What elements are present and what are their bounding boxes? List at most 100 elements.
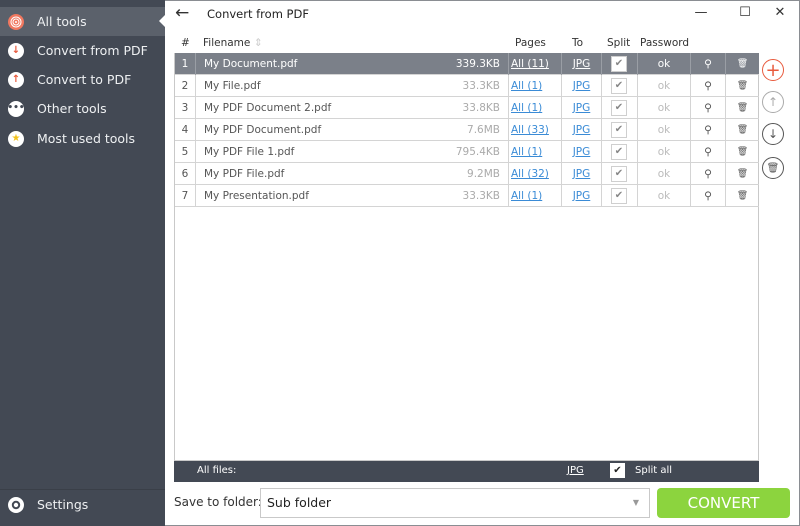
- add-file-button[interactable]: +: [762, 59, 784, 81]
- row-number: 5: [175, 141, 196, 163]
- sidebar-item-all-tools[interactable]: All tools: [0, 7, 165, 36]
- header-pages: Pages: [515, 37, 546, 49]
- chevron-down-icon: ▼: [632, 498, 639, 507]
- table-header: # Filename ⇕ Pages To Split Password: [174, 37, 759, 53]
- trash-icon[interactable]: 🗑: [726, 141, 759, 163]
- file-size: 7.6MB: [467, 124, 500, 136]
- preview-icon[interactable]: ⚲: [691, 185, 726, 207]
- move-down-button[interactable]: ↓: [762, 123, 784, 145]
- close-button[interactable]: ✕: [770, 5, 790, 20]
- header-filename[interactable]: Filename ⇕: [203, 37, 263, 49]
- back-arrow-icon[interactable]: ←: [175, 3, 189, 23]
- format-cell: JPG: [562, 97, 602, 119]
- sidebar-item-label: Convert to PDF: [37, 72, 132, 87]
- pages-link[interactable]: All (1): [511, 190, 542, 202]
- format-link[interactable]: JPG: [573, 146, 591, 158]
- sidebar-item-other-tools[interactable]: ••• Other tools: [0, 94, 165, 123]
- split-all-label: Split all: [635, 465, 673, 476]
- arrow-up-icon: ↑: [767, 95, 779, 109]
- trash-icon[interactable]: 🗑: [726, 75, 759, 97]
- table-row[interactable]: 4 My PDF Document.pdf 7.6MB All (33) JPG ✔ ok ⚲…: [175, 119, 759, 141]
- pages-link[interactable]: All (32): [511, 168, 549, 180]
- split-all-checkbox[interactable]: ✔: [610, 463, 625, 478]
- file-name-cell: My PDF File.pdf 9.2MB: [196, 163, 509, 185]
- save-to-folder-label: Save to folder:: [174, 495, 262, 509]
- minimize-button[interactable]: —: [691, 5, 711, 20]
- password-status: ok: [638, 185, 691, 207]
- maximize-button[interactable]: ☐: [735, 5, 755, 20]
- file-name: My Presentation.pdf: [204, 190, 309, 202]
- format-cell: JPG: [562, 75, 602, 97]
- pages-link[interactable]: All (33): [511, 124, 549, 136]
- arrow-down-icon: ↓: [8, 42, 24, 59]
- password-status: ok: [638, 75, 691, 97]
- table-row[interactable]: 2 My File.pdf 33.3KB All (1) JPG ✔ ok ⚲ 🗑: [175, 75, 759, 97]
- all-files-label: All files:: [197, 465, 237, 476]
- remove-all-button[interactable]: 🗑: [762, 157, 784, 179]
- split-cell: ✔: [602, 163, 638, 185]
- file-size: 339.3KB: [455, 58, 500, 70]
- format-link[interactable]: JPG: [573, 190, 591, 202]
- move-up-button[interactable]: ↑: [762, 91, 784, 113]
- preview-icon[interactable]: ⚲: [691, 97, 726, 119]
- convert-button[interactable]: CONVERT: [657, 488, 790, 518]
- table-row[interactable]: 7 My Presentation.pdf 33.3KB All (1) JPG ✔ ok ⚲…: [175, 185, 759, 207]
- file-table: 1 My Document.pdf 339.3KB All (11) JPG ✔ ok ⚲ 🗑 2…: [174, 53, 759, 461]
- file-name: My PDF File.pdf: [204, 168, 285, 180]
- folder-select-value: Sub folder: [267, 495, 332, 510]
- trash-icon: 🗑: [766, 162, 780, 174]
- sidebar-item-label: Most used tools: [37, 131, 136, 146]
- split-checkbox[interactable]: ✔: [611, 78, 627, 94]
- password-status: ok: [638, 119, 691, 141]
- file-name: My PDF Document.pdf: [204, 124, 322, 136]
- format-link[interactable]: JPG: [573, 168, 591, 180]
- pages-link[interactable]: All (11): [511, 58, 549, 70]
- preview-icon[interactable]: ⚲: [691, 119, 726, 141]
- pages-link[interactable]: All (1): [511, 102, 542, 114]
- arrow-down-icon: ↓: [767, 127, 779, 141]
- split-checkbox[interactable]: ✔: [611, 144, 627, 160]
- format-link[interactable]: JPG: [573, 124, 591, 136]
- all-files-format-link[interactable]: JPG: [567, 465, 584, 476]
- preview-icon[interactable]: ⚲: [691, 53, 726, 75]
- password-status: ok: [638, 97, 691, 119]
- split-checkbox[interactable]: ✔: [611, 188, 627, 204]
- sidebar-item-settings[interactable]: Settings: [0, 490, 165, 519]
- pages-link[interactable]: All (1): [511, 80, 542, 92]
- split-cell: ✔: [602, 141, 638, 163]
- pages-link[interactable]: All (1): [511, 146, 542, 158]
- split-checkbox[interactable]: ✔: [611, 56, 627, 72]
- trash-icon[interactable]: 🗑: [726, 185, 759, 207]
- folder-select[interactable]: Sub folder ▼: [260, 488, 650, 518]
- sort-icon[interactable]: ⇕: [254, 37, 263, 49]
- preview-icon[interactable]: ⚲: [691, 75, 726, 97]
- split-checkbox[interactable]: ✔: [611, 122, 627, 138]
- preview-icon[interactable]: ⚲: [691, 141, 726, 163]
- file-name-cell: My Presentation.pdf 33.3KB: [196, 185, 509, 207]
- format-link[interactable]: JPG: [573, 58, 591, 70]
- format-cell: JPG: [562, 141, 602, 163]
- split-checkbox[interactable]: ✔: [611, 166, 627, 182]
- split-cell: ✔: [602, 97, 638, 119]
- preview-icon[interactable]: ⚲: [691, 163, 726, 185]
- format-cell: JPG: [562, 53, 602, 75]
- format-link[interactable]: JPG: [573, 102, 591, 114]
- header-password: Password: [640, 37, 690, 49]
- table-row[interactable]: 5 My PDF File 1.pdf 795.4KB All (1) JPG ✔ ok ⚲ 🗑: [175, 141, 759, 163]
- pages-cell: All (33): [509, 119, 562, 141]
- trash-icon[interactable]: 🗑: [726, 163, 759, 185]
- sidebar-item-convert-to-pdf[interactable]: ↑ Convert to PDF: [0, 65, 165, 94]
- sidebar-item-most-used-tools[interactable]: ★ Most used tools: [0, 124, 165, 153]
- trash-icon[interactable]: 🗑: [726, 53, 759, 75]
- trash-icon[interactable]: 🗑: [726, 119, 759, 141]
- row-number: 2: [175, 75, 196, 97]
- format-link[interactable]: JPG: [573, 80, 591, 92]
- table-row[interactable]: 6 My PDF File.pdf 9.2MB All (32) JPG ✔ ok ⚲ 🗑: [175, 163, 759, 185]
- header-split: Split: [607, 37, 631, 49]
- table-row[interactable]: 3 My PDF Document 2.pdf 33.8KB All (1) JPG ✔ o…: [175, 97, 759, 119]
- trash-icon[interactable]: 🗑: [726, 97, 759, 119]
- split-checkbox[interactable]: ✔: [611, 100, 627, 116]
- table-row[interactable]: 1 My Document.pdf 339.3KB All (11) JPG ✔ ok ⚲ 🗑: [175, 53, 759, 75]
- sidebar-item-label: Convert from PDF: [37, 43, 148, 58]
- sidebar-item-convert-from-pdf[interactable]: ↓ Convert from PDF: [0, 36, 165, 65]
